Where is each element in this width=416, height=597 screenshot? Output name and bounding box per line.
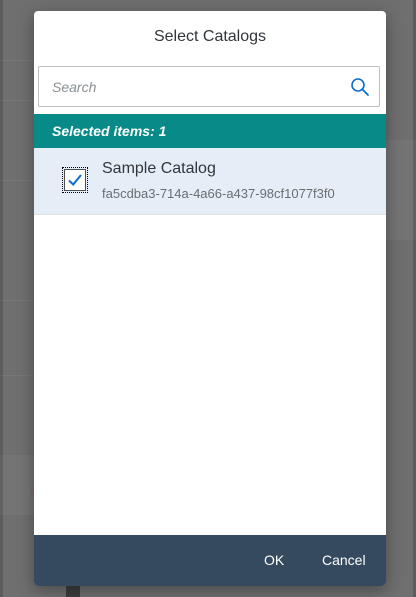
item-title: Sample Catalog <box>102 160 216 177</box>
dialog-footer: OK Cancel <box>34 535 386 586</box>
selected-items-info-bar: Selected items: 1 <box>34 114 386 148</box>
search-input[interactable] <box>39 67 339 106</box>
search-icon[interactable] <box>350 77 370 97</box>
background-divider <box>0 60 34 61</box>
list-item[interactable]: Sample Catalog fa5cdba3-714a-4a66-a437-9… <box>34 148 386 215</box>
background-panel <box>0 455 34 515</box>
background-divider <box>0 100 34 101</box>
background-divider <box>0 300 34 301</box>
background-divider <box>0 180 34 181</box>
item-checkbox[interactable] <box>62 167 88 193</box>
item-description: fa5cdba3-714a-4a66-a437-98cf1077f3f0 <box>102 186 335 201</box>
checkmark-icon <box>68 174 82 186</box>
dialog-title: Select Catalogs <box>153 28 267 45</box>
cancel-button[interactable]: Cancel <box>322 535 366 586</box>
background-divider <box>0 375 34 376</box>
background-panel <box>386 140 416 240</box>
select-catalogs-dialog: Select Catalogs Selected items: 1 Sample… <box>34 11 386 586</box>
background-bar <box>66 586 80 597</box>
search-field <box>38 66 380 107</box>
ok-button[interactable]: OK <box>264 535 284 586</box>
